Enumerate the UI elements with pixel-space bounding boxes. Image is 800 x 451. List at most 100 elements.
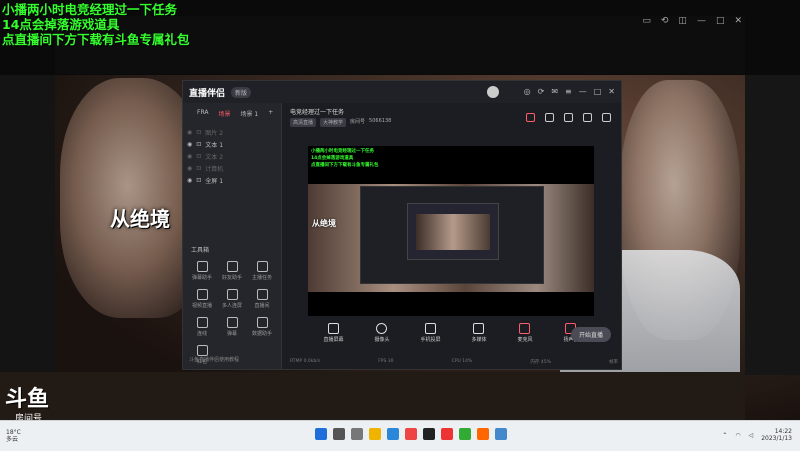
tool-item[interactable]: 弹幕助手 xyxy=(187,261,217,281)
microphone-icon xyxy=(519,323,531,334)
settings-icon[interactable]: ⟲ xyxy=(661,16,669,26)
chevron-up-icon[interactable]: ⌃ xyxy=(722,432,727,439)
camera-button[interactable]: 摄像头 xyxy=(374,323,390,343)
terminal-icon[interactable] xyxy=(423,428,435,440)
start-stream-button[interactable]: 开始直播 xyxy=(570,327,611,342)
maximize-icon[interactable]: □ xyxy=(594,87,602,96)
pin-icon[interactable]: ◫ xyxy=(678,16,687,26)
tool-label: 主播任务 xyxy=(251,275,272,281)
bell-icon[interactable] xyxy=(583,113,592,122)
scene-panel: FRA 场景 场景 1 + ◉ ⊡ 图片 2 ◉ ⊡ 文本 1 ◉ ⊡ 文本 2 ◉ ⊡ 计算机… xyxy=(183,103,282,369)
edge-icon[interactable] xyxy=(387,428,399,440)
tab-scene-1[interactable]: 场景 1 xyxy=(241,109,259,118)
tool-label: 连线 xyxy=(196,331,207,337)
eye-icon[interactable]: ◉ xyxy=(187,165,192,172)
source-item[interactable]: ◉ ⊡ 文本 1 xyxy=(183,138,281,150)
eye-icon[interactable]: ◉ xyxy=(187,177,192,184)
tag[interactable]: 高清直播 xyxy=(290,118,317,127)
source-label: 计算机 xyxy=(205,165,224,173)
taskview-icon[interactable] xyxy=(351,428,363,440)
close-icon[interactable]: ✕ xyxy=(608,87,615,96)
microphone-button[interactable]: 麦克风 xyxy=(517,323,533,343)
room-icon xyxy=(256,289,268,300)
folder-icon[interactable] xyxy=(369,428,381,440)
room-number-label: 房间号 xyxy=(350,119,366,125)
left-black-bar xyxy=(0,75,55,375)
friends-icon xyxy=(226,261,238,272)
tool-item[interactable]: 连线 xyxy=(187,317,217,337)
lock-icon[interactable]: ⊡ xyxy=(196,153,201,160)
lock-icon[interactable]: ⊡ xyxy=(196,165,201,172)
tool-item[interactable]: 多人连屏 xyxy=(217,289,247,309)
source-item[interactable]: ◉ ⊡ 文本 2 xyxy=(183,150,281,162)
redpacket-icon xyxy=(196,345,208,356)
avatar[interactable] xyxy=(487,86,499,98)
app-icon[interactable] xyxy=(477,428,489,440)
min-icon[interactable]: — xyxy=(697,16,706,26)
minimize-icon[interactable]: ▭ xyxy=(642,16,651,26)
share-icon[interactable] xyxy=(602,113,611,122)
danmu-icon xyxy=(226,317,238,328)
tool-item[interactable]: 主播任务 xyxy=(247,261,277,281)
headset-icon[interactable]: ◎ xyxy=(524,87,531,96)
tab-fra[interactable]: FRA xyxy=(197,109,208,118)
taskbar-apps xyxy=(315,428,507,440)
source-item[interactable]: ◉ ⊡ 全屏 1 xyxy=(183,174,281,186)
media-icon xyxy=(473,323,485,334)
lock-icon[interactable]: ⊡ xyxy=(196,177,201,184)
tool-item[interactable]: 弹幕 xyxy=(217,317,247,337)
lock-icon[interactable]: ⊡ xyxy=(196,141,201,148)
clock[interactable]: 14:22 2023/1/13 xyxy=(761,428,792,442)
add-scene-button[interactable]: + xyxy=(268,109,273,118)
weather-widget[interactable]: 18°C 多云 xyxy=(6,429,21,443)
room-title[interactable]: 电竞经理过一下任务 xyxy=(290,107,344,116)
douyu-app-icon[interactable] xyxy=(441,428,453,440)
close-icon[interactable]: ✕ xyxy=(734,16,742,26)
phone-cast-button[interactable]: 手机投屏 xyxy=(420,323,441,343)
minimize-icon[interactable]: — xyxy=(579,87,587,96)
eye-icon[interactable]: ◉ xyxy=(187,141,192,148)
max-icon[interactable]: □ xyxy=(716,16,725,26)
app-window-controls: ◎ ⟳ ✉ ≡ — □ ✕ xyxy=(524,87,615,96)
source-item[interactable]: ◉ ⊡ 图片 2 xyxy=(183,126,281,138)
tool-item[interactable]: 好友助手 xyxy=(217,261,247,281)
tab-scene[interactable]: 场景 xyxy=(218,109,230,118)
eye-icon[interactable]: ◉ xyxy=(187,153,192,160)
volume-icon[interactable]: ◁ xyxy=(749,432,754,439)
menu-icon[interactable]: ≡ xyxy=(565,87,572,96)
button-label: 多媒体 xyxy=(471,337,487,343)
search-icon[interactable] xyxy=(333,428,345,440)
gift-icon[interactable] xyxy=(526,113,535,122)
start-icon[interactable] xyxy=(315,428,327,440)
tag[interactable]: 大神教学 xyxy=(320,118,347,127)
wechat-icon[interactable] xyxy=(459,428,471,440)
task-icon xyxy=(256,261,268,272)
tool-item[interactable]: 数据助手 xyxy=(247,317,277,337)
weather-desc: 多云 xyxy=(6,436,19,443)
media-button[interactable]: 多媒体 xyxy=(471,323,487,343)
source-item[interactable]: ◉ ⊡ 计算机 xyxy=(183,162,281,174)
screen-capture-button[interactable]: 直播屏幕 xyxy=(323,323,344,343)
monitor-icon xyxy=(327,323,339,334)
overlay-line-2: 14点会掉落游戏道具 xyxy=(2,17,120,32)
app-logo: 直播伴侣 xyxy=(189,88,226,99)
app-icon[interactable] xyxy=(405,428,417,440)
app-icon[interactable] xyxy=(495,428,507,440)
source-list: ◉ ⊡ 图片 2 ◉ ⊡ 文本 1 ◉ ⊡ 文本 2 ◉ ⊡ 计算机 ◉ ⊡ 全屏 1 xyxy=(183,126,281,186)
tool-item[interactable]: 视频直播 xyxy=(187,289,217,309)
preview-line: 14点会掉落游戏道具 xyxy=(311,156,354,161)
refresh-icon[interactable]: ⟳ xyxy=(538,87,545,96)
tool-label: 多人连屏 xyxy=(221,303,242,309)
save-icon[interactable] xyxy=(564,113,573,122)
lock-icon[interactable] xyxy=(545,113,554,122)
status-bar: RTMP 0.0kb/s FPS 30 CPU 14% 内存 45% 帧率 xyxy=(290,359,618,365)
version-badge[interactable]: 新版 xyxy=(231,86,252,98)
eye-icon[interactable]: ◉ xyxy=(187,129,192,136)
mail-icon[interactable]: ✉ xyxy=(551,87,558,96)
tool-item[interactable]: 直播间 xyxy=(247,289,277,309)
lock-icon[interactable]: ⊡ xyxy=(196,129,201,136)
streaming-app-window: 直播伴侣 新版 ◎ ⟳ ✉ ≡ — □ ✕ FRA 场景 场景 1 + ◉ ⊡ 图片… xyxy=(182,80,622,370)
tutorial-link[interactable]: 斗鱼直播伴侣使用教程 xyxy=(189,356,239,363)
nested-app-window xyxy=(360,186,544,284)
wifi-icon[interactable]: ◠ xyxy=(735,432,740,439)
